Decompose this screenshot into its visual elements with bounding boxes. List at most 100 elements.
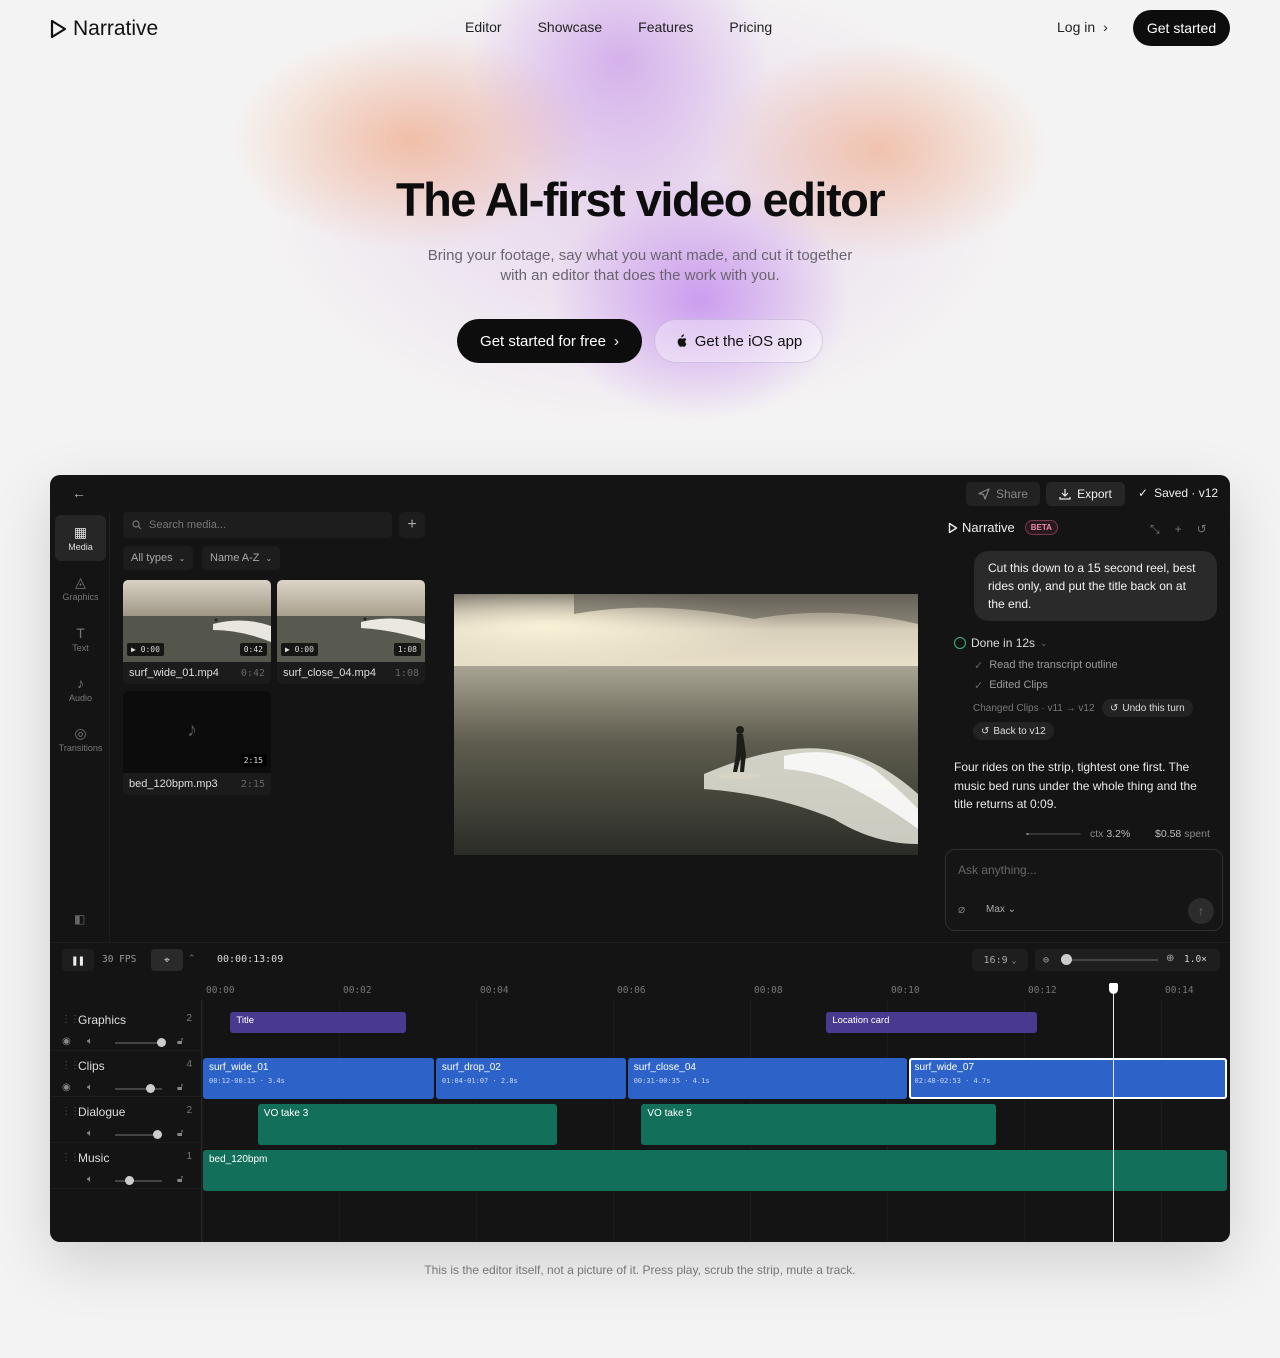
media-name: surf_close_04.mp4: [283, 667, 376, 679]
model-value: Max: [986, 904, 1005, 915]
lock-icon[interactable]: 🔓︎: [177, 1174, 183, 1185]
chevron-up-icon[interactable]: ⌃: [188, 953, 196, 964]
volume-slider-track[interactable]: [115, 1042, 162, 1044]
drag-handle-icon[interactable]: ⋮⋮: [61, 1152, 80, 1163]
timeline-clip[interactable]: Title: [230, 1012, 407, 1033]
eye-icon[interactable]: ◉: [62, 1082, 71, 1093]
spent-label: spent: [1184, 828, 1210, 840]
media-item[interactable]: ♪ 2:15 bed_120bpm.mp3 2:15: [123, 691, 271, 795]
rail-item-text[interactable]: T Text: [55, 616, 106, 662]
speaker-icon[interactable]: 🔈︎: [87, 1082, 93, 1093]
timeline-clip[interactable]: surf_close_04 00:31-00:35 · 4.1s: [627, 1058, 907, 1099]
check-icon: ✓: [974, 660, 984, 672]
fps-label: 30 FPS: [102, 954, 137, 965]
timeline-clip[interactable]: VO take 5: [641, 1104, 996, 1145]
model-select[interactable]: Max ⌄: [986, 904, 1016, 915]
clip-label: VO take 5: [647, 1108, 692, 1119]
filter-type-select[interactable]: All types ⌄: [123, 546, 194, 570]
track-name: Graphics: [78, 1013, 127, 1027]
search-icon: [132, 520, 142, 530]
track-name: Music: [78, 1151, 110, 1165]
lock-icon[interactable]: 🔓︎: [177, 1082, 183, 1093]
volume-slider-thumb[interactable]: [146, 1084, 156, 1093]
timeline-clip[interactable]: Location card: [826, 1012, 1037, 1033]
spend-usage: $0.58 spent: [1155, 828, 1210, 840]
nav-link-pricing[interactable]: Pricing: [729, 19, 772, 35]
nav-link-editor[interactable]: Editor: [465, 19, 502, 35]
get-started-free-label: Get started for free: [480, 332, 606, 350]
timeline-ruler[interactable]: 00:00 00:02 00:04 00:06 00:08 00:10 00:12 00:14: [202, 976, 1230, 1000]
timeline-clip[interactable]: surf_wide_01 00:12-00:15 · 3.4s: [203, 1058, 434, 1099]
get-started-free-button[interactable]: Get started for free ›: [457, 319, 642, 363]
ctx-label: ctx: [1090, 828, 1104, 840]
media-name: surf_wide_01.mp4: [129, 667, 219, 679]
drag-handle-icon[interactable]: ⋮⋮: [61, 1060, 80, 1071]
undo-icon: ↺: [981, 725, 990, 737]
new-chat-icon[interactable]: +: [1175, 522, 1182, 537]
collapse-panel-icon[interactable]: ◧: [74, 912, 85, 926]
rail-item-media[interactable]: ▦ Media: [55, 515, 106, 561]
playhead-handle[interactable]: [1109, 983, 1119, 994]
rail-label-transitions: Transitions: [58, 742, 103, 753]
nav-link-features[interactable]: Features: [638, 19, 693, 35]
timeline-clip[interactable]: bed_120bpm: [203, 1150, 1227, 1191]
undo-label: Undo this turn: [1122, 702, 1185, 714]
brand-logo[interactable]: Narrative: [50, 17, 158, 41]
paperclip-icon[interactable]: ⌀: [958, 902, 965, 916]
sort-select[interactable]: Name A-Z ⌄: [202, 546, 281, 570]
share-button[interactable]: Share: [966, 482, 1040, 506]
ios-app-button[interactable]: Get the iOS app: [654, 319, 823, 363]
current-timecode: 00:00:13:09: [217, 954, 284, 965]
speaker-icon[interactable]: 🔈︎: [87, 1174, 93, 1185]
eye-icon[interactable]: ◉: [62, 1036, 71, 1047]
speaker-icon[interactable]: 🔈︎: [87, 1128, 93, 1139]
media-item[interactable]: ▶ 0:00 0:42 surf_wide_01.mp4 0:42: [123, 580, 271, 684]
volume-slider-track[interactable]: [115, 1180, 162, 1182]
rail-item-audio[interactable]: ♪ Audio: [55, 666, 106, 712]
track-header-clips: ⋮⋮ Clips 4 ◉ 🔈︎ 🔓︎: [50, 1051, 202, 1097]
video-preview[interactable]: [454, 594, 918, 855]
login-link[interactable]: Log in ›: [1057, 19, 1108, 35]
left-rail: ▦ Media ◬ Graphics T Text ♪ Audio ◎ Tran…: [50, 511, 110, 942]
timeline-clip[interactable]: surf_wide_07 02:48-02:53 · 4.7s: [908, 1058, 1227, 1099]
export-button[interactable]: Export: [1046, 482, 1125, 506]
zoom-out-icon[interactable]: ⊖: [1043, 955, 1049, 966]
zoom-in-icon[interactable]: ⊕: [1166, 953, 1174, 964]
volume-slider-thumb[interactable]: [157, 1038, 166, 1047]
rail-item-transitions[interactable]: ◎ Transitions: [55, 716, 106, 762]
zoom-slider-thumb[interactable]: [1061, 954, 1072, 965]
timeline-clip[interactable]: surf_drop_02 01:04-01:07 · 2.8s: [435, 1058, 626, 1099]
drag-handle-icon[interactable]: ⋮⋮: [61, 1106, 80, 1117]
pause-button[interactable]: ❚❚: [62, 949, 94, 971]
lock-icon[interactable]: 🔓︎: [177, 1128, 183, 1139]
drag-handle-icon[interactable]: ⋮⋮: [61, 1014, 80, 1025]
get-started-button[interactable]: Get started: [1133, 10, 1230, 46]
nav-link-showcase[interactable]: Showcase: [538, 19, 603, 35]
volume-slider-thumb[interactable]: [153, 1130, 163, 1139]
collapse-icon[interactable]: ⤡: [1150, 522, 1160, 537]
turn-status[interactable]: Done in 12s ⌄: [954, 636, 1048, 650]
volume-slider-thumb[interactable]: [125, 1176, 135, 1185]
back-to-version-button[interactable]: ↺ Back to v12: [973, 722, 1054, 740]
aspect-ratio-select[interactable]: 16:9 ⌄: [972, 949, 1028, 971]
add-media-button[interactable]: +: [399, 512, 425, 538]
playhead[interactable]: [1113, 983, 1115, 1242]
editor-topbar: ← Share Export ✓ Saved · v12: [50, 475, 1230, 511]
rail-item-graphics[interactable]: ◬ Graphics: [55, 565, 106, 611]
track-name: Clips: [78, 1059, 105, 1073]
history-icon[interactable]: ↺: [1197, 522, 1207, 537]
lock-icon[interactable]: 🔓︎: [177, 1036, 183, 1047]
track-clip-count: 1: [186, 1151, 192, 1162]
filter-type-value: All types: [131, 552, 173, 564]
speaker-icon[interactable]: 🔈︎: [87, 1036, 93, 1047]
chat-input[interactable]: Ask anything... ⌀ Max ⌄ ↑: [945, 849, 1223, 931]
share-label: Share: [995, 487, 1029, 501]
media-search-input[interactable]: Search media...: [123, 512, 392, 538]
send-button[interactable]: ↑: [1188, 898, 1214, 924]
media-item[interactable]: ▶ 0:00 1:08 surf_close_04.mp4 1:08: [277, 580, 425, 684]
timeline-clip[interactable]: VO take 3: [257, 1104, 558, 1145]
select-tool-button[interactable]: ⌖: [151, 949, 183, 971]
undo-turn-button[interactable]: ↺ Undo this turn: [1102, 699, 1193, 717]
arrow-left-icon[interactable]: ←: [72, 485, 86, 501]
zoom-slider-track[interactable]: [1066, 959, 1158, 961]
